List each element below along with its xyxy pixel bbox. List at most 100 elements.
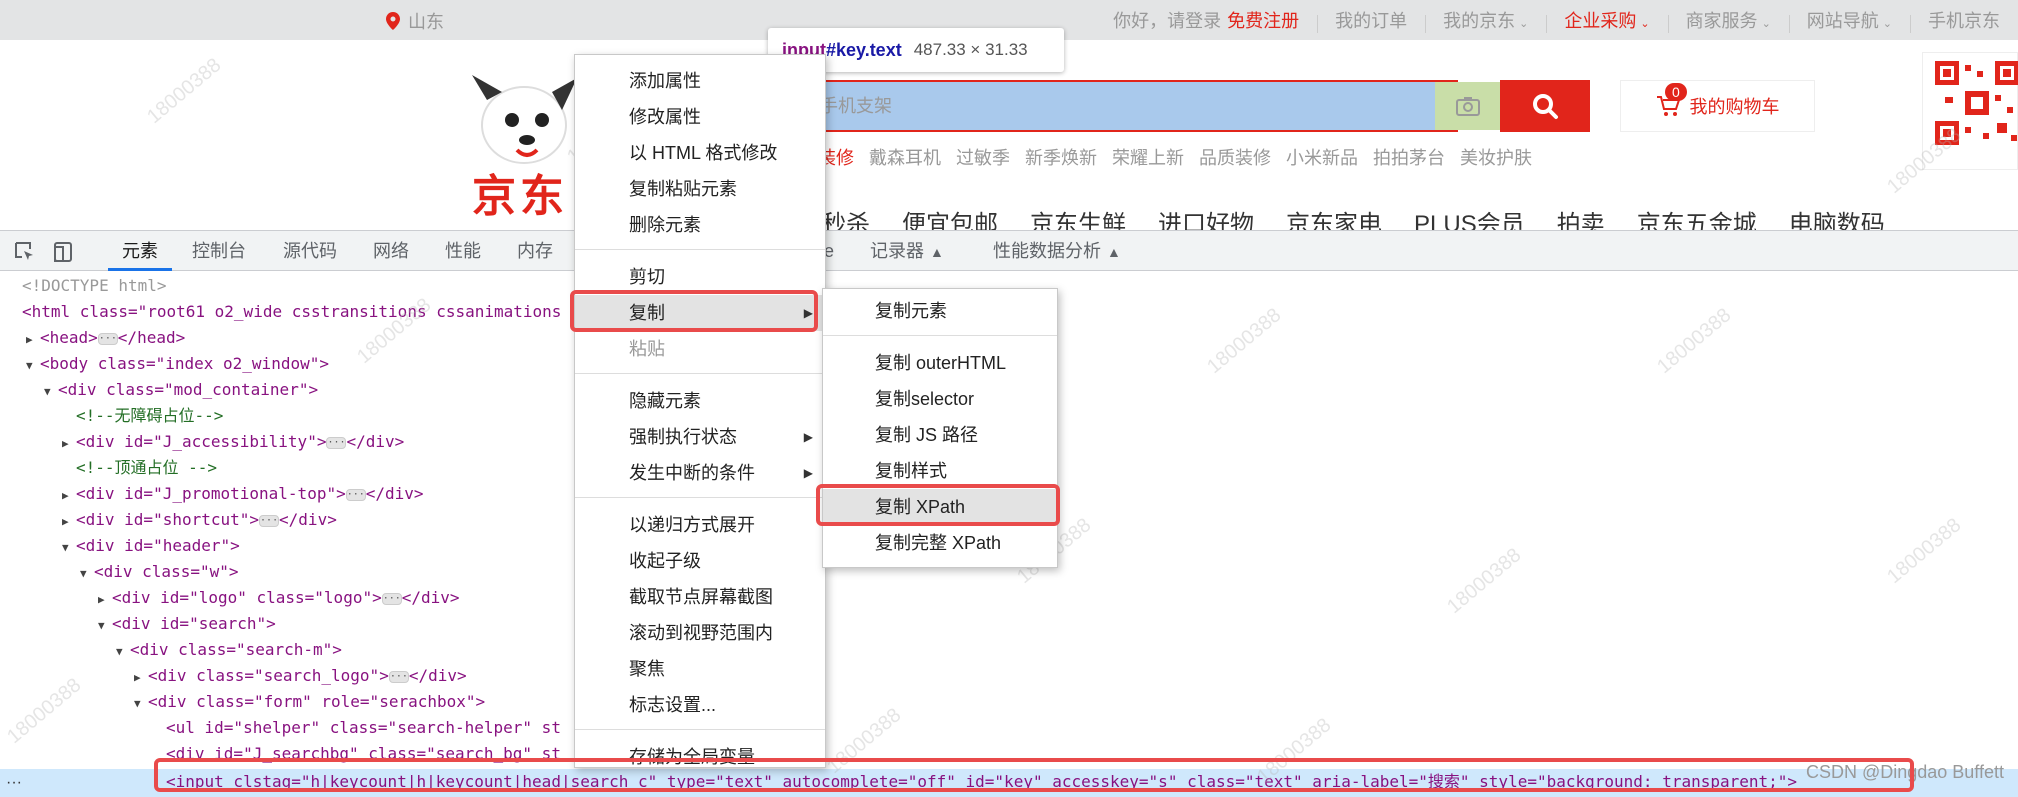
dom-form[interactable]: ▼ <div class="form" role="serachbox"> (134, 689, 485, 715)
dom-mod-container[interactable]: ▼ <div class="mod_container"> (44, 377, 318, 403)
tab-performance[interactable]: 性能 (445, 231, 481, 271)
search-input[interactable]: 手机支架 (800, 82, 1435, 130)
dom-html[interactable]: <html class="root61 o2_wide csstransitio… (22, 299, 561, 325)
cart-label: 我的购物车 (1689, 97, 1780, 117)
tab-console[interactable]: 控制台 (192, 231, 246, 271)
site-nav-label: 网站导航 (1806, 11, 1879, 31)
menu-expand-recursively[interactable]: 以递归方式展开 (575, 507, 825, 543)
menu-paste[interactable]: 粘贴 (575, 331, 825, 367)
merchant-link[interactable]: 商家服务 ⌄ (1667, 7, 1789, 33)
submenu-copy-outerhtml[interactable]: 复制 outerHTML (823, 345, 1057, 381)
tab-memory[interactable]: 内存 (517, 231, 553, 271)
hot-word[interactable]: 戴森耳机 (869, 144, 941, 170)
tooltip-size: 487.33 × 31.33 (913, 40, 1028, 59)
menu-edit-as-html[interactable]: 以 HTML 格式修改 (575, 135, 825, 171)
menu-force-state[interactable]: 强制执行状态 ▶ (575, 419, 825, 455)
ellipsis-icon[interactable]: ··· (381, 592, 402, 605)
menu-focus[interactable]: 聚焦 (575, 651, 825, 687)
ellipsis-icon[interactable]: ··· (326, 436, 347, 449)
expand-triangle-icon[interactable]: ▶ (62, 483, 76, 509)
submenu-copy-selector[interactable]: 复制selector (823, 381, 1057, 417)
greeting[interactable]: 你好，请登录 (1113, 11, 1221, 31)
dom-w[interactable]: ▼ <div class="w"> (80, 559, 239, 585)
expand-triangle-icon[interactable]: ▶ (98, 587, 112, 613)
hot-word[interactable]: 拍拍茅台 (1373, 144, 1445, 170)
dom-header[interactable]: ▼ <div id="header"> (62, 533, 240, 559)
menu-break-on[interactable]: 发生中断的条件 ▶ (575, 455, 825, 491)
my-orders-link[interactable]: 我的订单 (1317, 7, 1425, 33)
collapse-triangle-icon[interactable]: ▼ (80, 561, 94, 587)
submenu-copy-full-xpath[interactable]: 复制完整 XPath (823, 525, 1057, 561)
hot-word[interactable]: 过敏季 (956, 144, 1010, 170)
site-nav-link[interactable]: 网站导航 ⌄ (1788, 7, 1910, 33)
menu-add-attribute[interactable]: 添加属性 (575, 63, 825, 99)
dom-comment[interactable]: <!--无障碍占位--> (76, 403, 223, 429)
dom-close-tag: </div> (365, 484, 424, 503)
dom-search-logo[interactable]: ▶ <div class="search_logo">···</div> (134, 663, 467, 689)
tab-sources[interactable]: 源代码 (283, 231, 337, 271)
tooltip-id-class: #key.text (825, 39, 902, 60)
dom-body[interactable]: ▼ <body class="index o2_window"> (26, 351, 329, 377)
menu-capture-node-screenshot[interactable]: 截取节点屏幕截图 (575, 579, 825, 615)
dom-logo[interactable]: ▶ <div id="logo" class="logo">···</div> (98, 585, 460, 611)
dom-shortcut[interactable]: ▶ <div id="shortcut">···</div> (62, 507, 337, 533)
menu-edit-attribute[interactable]: 修改属性 (575, 99, 825, 135)
dom-promotional[interactable]: ▶ <div id="J_promotional-top">···</div> (62, 481, 424, 507)
inspect-element-icon[interactable] (14, 241, 36, 263)
my-jd-link[interactable]: 我的京东 ⌄ (1425, 7, 1546, 33)
menu-duplicate-element[interactable]: 复制粘贴元素 (575, 171, 825, 207)
hot-word[interactable]: 荣耀上新 (1112, 144, 1184, 170)
merchant-label: 商家服务 (1685, 11, 1758, 31)
mobile-jd-link[interactable]: 手机京东 (1910, 7, 2018, 33)
collapse-triangle-icon[interactable]: ▼ (116, 639, 130, 665)
expand-triangle-icon[interactable]: ▶ (62, 431, 76, 457)
dom-search-m[interactable]: ▼ <div class="search-m"> (116, 637, 342, 663)
enterprise-link[interactable]: 企业采购 ⌄ (1546, 7, 1667, 33)
collapse-triangle-icon[interactable]: ▼ (44, 379, 58, 405)
ellipsis-icon[interactable]: ··· (259, 514, 280, 527)
ellipsis-icon[interactable]: ··· (388, 670, 409, 683)
camera-icon[interactable] (1435, 82, 1500, 130)
collapse-triangle-icon[interactable]: ▼ (26, 353, 40, 379)
hot-word[interactable]: 美妆护肤 (1460, 144, 1532, 170)
jd-logo[interactable]: 京东 (462, 70, 582, 222)
hot-word[interactable]: 新季焕新 (1025, 144, 1097, 170)
menu-scroll-into-view[interactable]: 滚动到视野范围内 (575, 615, 825, 651)
submenu-copy-js-path[interactable]: 复制 JS 路径 (823, 417, 1057, 453)
hot-word[interactable]: 小米新品 (1286, 144, 1358, 170)
dom-shelper[interactable]: <ul id="shelper" class="search-helper" s… (166, 715, 561, 741)
tab-performance-insights[interactable]: 性能数据分析 ▲ (993, 231, 1121, 271)
menu-hide-element[interactable]: 隐藏元素 (575, 383, 825, 419)
collapse-triangle-icon[interactable]: ▼ (62, 535, 76, 561)
login-prompt[interactable]: 你好，请登录 免费注册 (1089, 7, 1317, 33)
menu-delete-element[interactable]: 删除元素 (575, 207, 825, 243)
expand-triangle-icon[interactable]: ▶ (134, 665, 148, 691)
dom-search[interactable]: ▼ <div id="search"> (98, 611, 276, 637)
search-button[interactable] (1500, 80, 1590, 132)
dom-doctype[interactable]: <!DOCTYPE html> (22, 273, 167, 299)
tab-elements[interactable]: 元素 (108, 231, 172, 271)
collapse-triangle-icon[interactable]: ▼ (134, 691, 148, 717)
cart-count-badge: 0 (1665, 83, 1687, 101)
hot-word[interactable]: 品质装修 (1199, 144, 1271, 170)
expand-triangle-icon[interactable]: ▶ (62, 509, 76, 535)
dom-mod-container-tag: <div class="mod_container"> (58, 380, 319, 399)
dom-head[interactable]: ▶ <head>···</head> (26, 325, 185, 351)
menu-badge-settings[interactable]: 标志设置... (575, 687, 825, 723)
tab-recorder[interactable]: 记录器 ▲ (870, 231, 944, 271)
collapse-triangle-icon[interactable]: ▼ (98, 613, 112, 639)
tab-network[interactable]: 网络 (373, 231, 409, 271)
expand-triangle-icon[interactable]: ▶ (26, 327, 40, 353)
dom-accessibility[interactable]: ▶ <div id="J_accessibility">···</div> (62, 429, 404, 455)
submenu-copy-element[interactable]: 复制元素 (823, 293, 1057, 329)
cart-button[interactable]: 0 我的购物车 (1620, 80, 1815, 132)
top-links: 你好，请登录 免费注册 我的订单 我的京东 ⌄ 企业采购 ⌄ 商家服务 ⌄ 网站导航 ⌄ … (1089, 0, 2018, 40)
location-selector[interactable]: 山东 (386, 8, 444, 34)
ellipsis-icon[interactable]: ··· (97, 332, 118, 345)
device-toolbar-icon[interactable] (52, 241, 74, 263)
dom-promotional-tag: <div id="J_promotional-top"> (76, 484, 346, 503)
register-link[interactable]: 免费注册 (1227, 11, 1299, 31)
menu-collapse-children[interactable]: 收起子级 (575, 543, 825, 579)
ellipsis-icon[interactable]: ··· (345, 488, 366, 501)
dom-comment[interactable]: <!--顶通占位 --> (76, 455, 217, 481)
